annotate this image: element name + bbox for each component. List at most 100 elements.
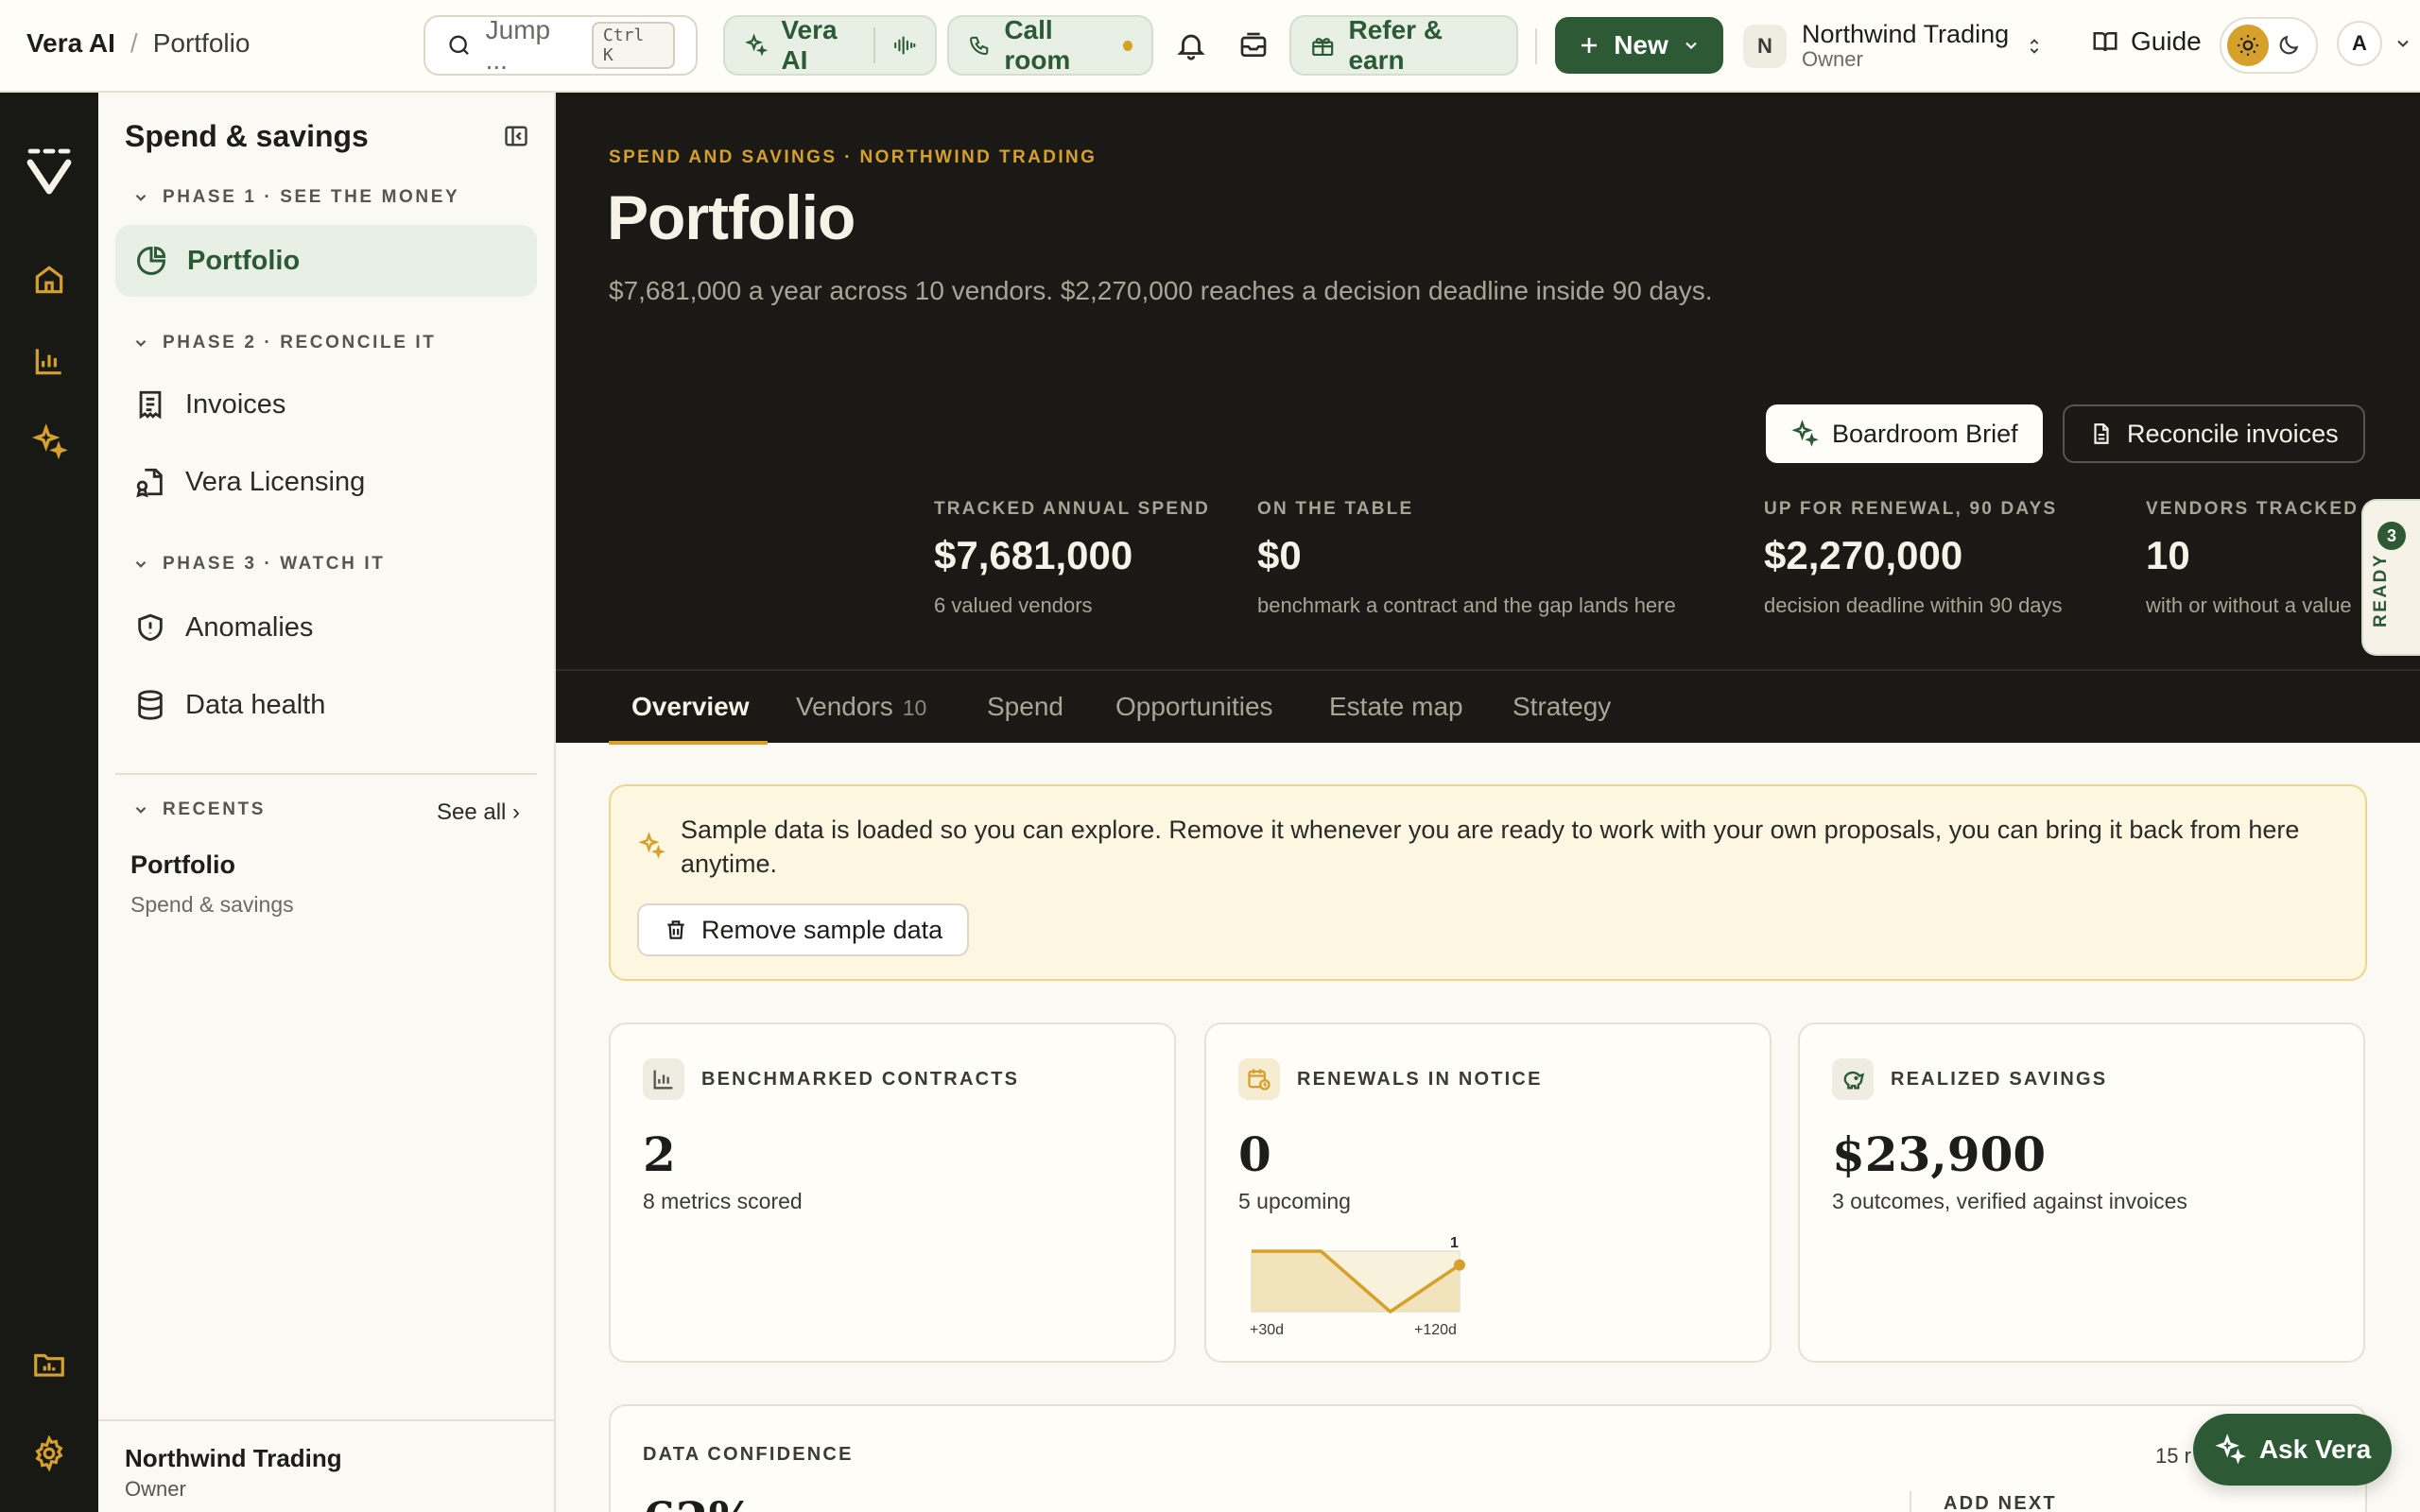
page-title: Portfolio: [607, 182, 856, 252]
breadcrumb-current: Portfolio: [152, 28, 251, 58]
vera-ai-label: Vera AI: [781, 15, 838, 75]
chevron-down-icon: [1685, 42, 1697, 50]
phase-1-label: PHASE 1 · SEE THE MONEY: [163, 187, 460, 207]
sidebar-item-data-health[interactable]: Data health: [115, 669, 537, 741]
stat-up-for-renewal: UP FOR RENEWAL, 90 DAYS $2,270,000 decis…: [1764, 499, 2063, 618]
tab-vendors[interactable]: Vendors 10: [796, 692, 926, 722]
stat-tracked-spend: TRACKED ANNUAL SPEND $7,681,000 6 valued…: [934, 499, 1210, 618]
call-room-label: Call room: [1004, 15, 1071, 75]
calendar-clock-icon: [1238, 1058, 1280, 1100]
book-icon: [2093, 32, 2118, 52]
guide-label: Guide: [2131, 26, 2202, 56]
call-room-button[interactable]: Call room: [947, 15, 1153, 76]
data-confidence-card[interactable]: DATA CONFIDENCE 15 r 62% ADD NEXT: [609, 1404, 2367, 1512]
card-realized-savings[interactable]: REALIZED SAVINGS $23,900 3 outcomes, ver…: [1798, 1022, 2365, 1363]
sidebar-item-vera-licensing[interactable]: Vera Licensing: [115, 446, 537, 518]
stat-sub: 6 valued vendors: [934, 593, 1093, 617]
theme-toggle[interactable]: [2220, 17, 2318, 74]
guide-button[interactable]: Guide: [2091, 26, 2202, 57]
boardroom-brief-label: Boardroom Brief: [1832, 419, 2018, 448]
stat-vendors-tracked: VENDORS TRACKED 10 with or without a val…: [2146, 499, 2371, 618]
card-label: REALIZED SAVINGS: [1891, 1068, 2108, 1090]
pill-divider: [873, 27, 875, 63]
sun-icon[interactable]: [2227, 25, 2269, 66]
rail-analytics[interactable]: [28, 340, 70, 382]
ready-drawer-tab[interactable]: 3 READY: [2361, 499, 2420, 656]
notifications-button[interactable]: [1172, 26, 1210, 64]
sidebar-item-invoices[interactable]: Invoices: [115, 369, 537, 440]
collapse-sidebar-button[interactable]: [503, 123, 529, 149]
tab-estate-map[interactable]: Estate map: [1329, 692, 1463, 722]
section-tabs: Overview Vendors 10 Spend Opportunities E…: [556, 669, 2420, 745]
vera-logo[interactable]: [23, 146, 76, 198]
shield-alert-icon: [138, 613, 163, 642]
top-bar: Vera AI / Portfolio Jump ... Ctrl K Vera…: [0, 0, 2420, 93]
piggy-bank-icon: [1832, 1058, 1874, 1100]
sidebar-item-portfolio[interactable]: Portfolio: [115, 225, 537, 297]
hero-eyebrow: SPEND AND SAVINGS · NORTHWIND TRADING: [609, 147, 1098, 167]
pie-chart-icon: [137, 246, 166, 275]
reconcile-invoices-label: Reconcile invoices: [2127, 419, 2339, 448]
user-avatar: A: [2337, 21, 2382, 66]
moon-icon[interactable]: [2276, 33, 2301, 58]
gear-icon: [35, 1435, 63, 1471]
panel-collapse-icon: [505, 126, 527, 146]
chevron-down-icon: [135, 194, 147, 201]
footer-org-role: Owner: [125, 1477, 186, 1501]
breadcrumb-app[interactable]: Vera AI: [26, 28, 115, 59]
stat-on-the-table: ON THE TABLE $0 benchmark a contract and…: [1257, 499, 1676, 618]
sidebar-item-anomalies[interactable]: Anomalies: [115, 592, 537, 663]
voice-wave-icon[interactable]: [892, 31, 916, 60]
boardroom-brief-button[interactable]: Boardroom Brief: [1766, 404, 2043, 463]
tab-spend[interactable]: Spend: [987, 692, 1063, 722]
sidebar-footer[interactable]: Northwind Trading Owner: [98, 1419, 556, 1512]
sidebar: Spend & savings PHASE 1 · SEE THE MONEY …: [98, 93, 556, 1512]
phase-2-header[interactable]: PHASE 2 · RECONCILE IT: [132, 333, 436, 353]
banner-text: Sample data is loaded so you can explore…: [681, 816, 2300, 878]
footer-org-name: Northwind Trading: [125, 1444, 342, 1472]
tab-opportunities[interactable]: Opportunities: [1115, 692, 1273, 722]
receipt-icon: [139, 390, 162, 420]
tab-overview[interactable]: Overview: [631, 692, 750, 722]
tab-count: 10: [902, 696, 927, 720]
recents-header[interactable]: RECENTS: [132, 799, 266, 820]
vera-ai-button[interactable]: Vera AI: [723, 15, 937, 76]
tab-strategy[interactable]: Strategy: [1512, 692, 1611, 722]
reconcile-invoices-button[interactable]: Reconcile invoices: [2063, 404, 2365, 463]
jump-search[interactable]: Jump ... Ctrl K: [424, 15, 698, 76]
rail-files[interactable]: [28, 1344, 70, 1385]
bar-chart-icon: [35, 349, 61, 375]
phase-3-label: PHASE 3 · WATCH IT: [163, 554, 386, 574]
new-button[interactable]: New: [1555, 17, 1723, 74]
remove-sample-data-button[interactable]: Remove sample data: [637, 903, 970, 956]
inbox-button[interactable]: [1235, 26, 1272, 64]
ask-vera-button[interactable]: Ask Vera: [2193, 1414, 2392, 1486]
card-sub: 3 outcomes, verified against invoices: [1832, 1189, 2187, 1213]
phase-1-header[interactable]: PHASE 1 · SEE THE MONEY: [132, 187, 459, 208]
hero-panel: SPEND AND SAVINGS · NORTHWIND TRADING Po…: [556, 93, 2420, 669]
card-benchmarked-contracts[interactable]: BENCHMARKED CONTRACTS 2 8 metrics scored: [609, 1022, 1176, 1363]
chevron-down-icon: [135, 560, 147, 568]
stat-value: $7,681,000: [934, 533, 1133, 577]
rail-vera-ai[interactable]: [28, 421, 70, 463]
stat-sub: decision deadline within 90 days: [1764, 593, 2063, 617]
sidebar-item-label: Invoices: [185, 388, 286, 420]
sparkline-x-label-end: +120d: [1414, 1322, 1457, 1338]
refer-label: Refer & earn: [1348, 15, 1443, 75]
card-renewals-in-notice[interactable]: RENEWALS IN NOTICE 0 5 upcoming 1 +30d +…: [1204, 1022, 1772, 1363]
card-value: 0: [1238, 1126, 1271, 1182]
sparkle-icon: [745, 33, 769, 57]
active-tab-indicator: [609, 741, 768, 745]
phase-2-label: PHASE 2 · RECONCILE IT: [163, 333, 437, 352]
chevron-down-icon: [135, 339, 147, 347]
rail-home[interactable]: [28, 259, 70, 301]
org-switcher[interactable]: N Northwind Trading Owner: [1743, 13, 2045, 79]
see-all-link[interactable]: See all ›: [437, 799, 520, 826]
recent-item-title[interactable]: Portfolio: [130, 850, 235, 880]
rail-settings[interactable]: [28, 1433, 70, 1474]
confidence-value: 62%: [643, 1491, 753, 1512]
refer-earn-button[interactable]: Refer & earn: [1289, 15, 1518, 76]
phase-3-header[interactable]: PHASE 3 · WATCH IT: [132, 554, 385, 575]
user-menu[interactable]: A: [2337, 21, 2412, 66]
card-sub: 8 metrics scored: [643, 1189, 803, 1213]
